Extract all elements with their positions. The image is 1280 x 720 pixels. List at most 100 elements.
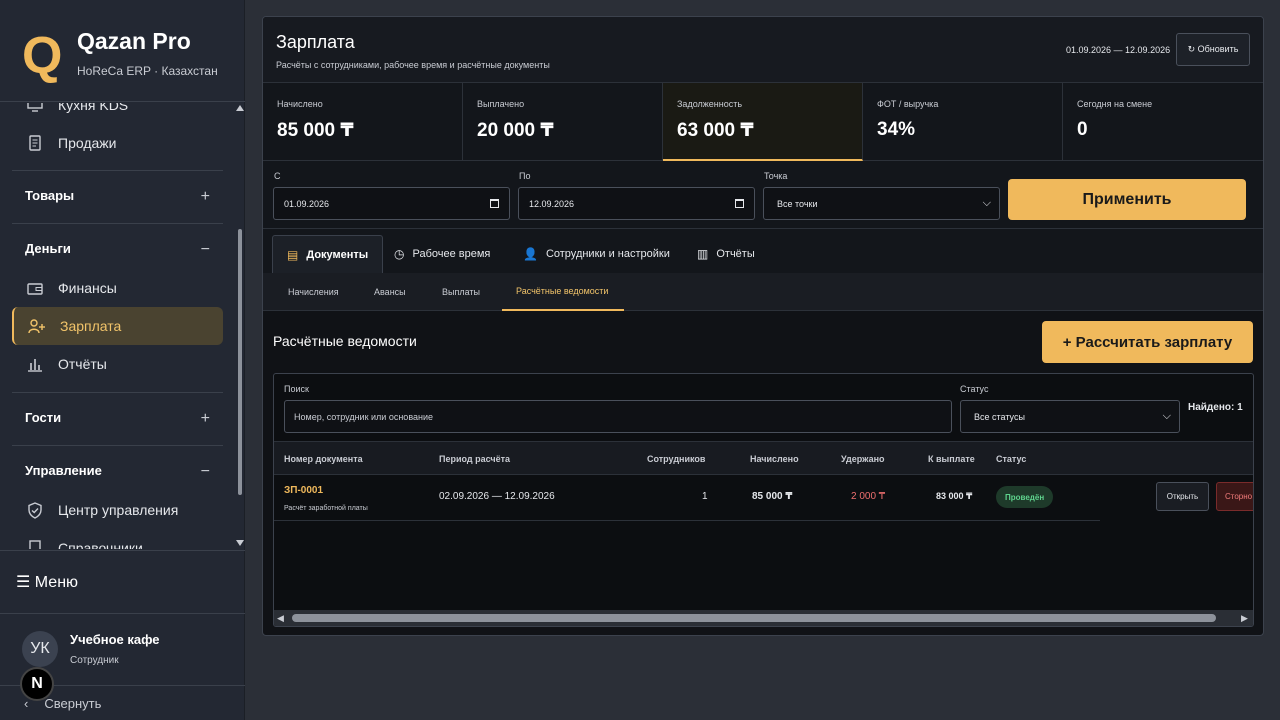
- doc-number[interactable]: ЗП-0001: [284, 485, 323, 496]
- calendar-icon[interactable]: [490, 199, 499, 208]
- doc-description: Расчёт заработной платы: [284, 505, 368, 512]
- kpi-debt: Задолженность 63 000 ₸: [663, 83, 863, 161]
- col-doc-number[interactable]: Номер документа: [284, 454, 363, 464]
- sidebar-item-kitchen-kds[interactable]: Кухня KDS: [12, 103, 223, 124]
- col-payout[interactable]: К выплате: [928, 454, 975, 464]
- collapse-label: Свернуть: [44, 695, 102, 711]
- search-label: Поиск: [284, 384, 309, 394]
- col-period[interactable]: Период расчёта: [439, 454, 510, 464]
- scroll-down-icon[interactable]: [236, 540, 244, 546]
- subtab-advances[interactable]: Авансы: [360, 273, 420, 311]
- table-row[interactable]: ЗП-0001 Расчёт заработной платы 02.09.20…: [274, 475, 1100, 521]
- point-value: Все точки: [777, 198, 818, 209]
- sidebar-group-money[interactable]: Деньги −: [25, 241, 210, 259]
- receipt-icon: [26, 134, 44, 152]
- divider: [12, 170, 223, 171]
- sidebar-item-finance[interactable]: Финансы: [12, 269, 223, 307]
- refresh-button[interactable]: ↻ Обновить: [1176, 33, 1250, 66]
- date-from-input[interactable]: 01.09.2026: [273, 187, 510, 220]
- point-label: Точка: [764, 171, 788, 181]
- shield-check-icon: [26, 501, 44, 519]
- tab-label: Сотрудники и настройки: [545, 248, 670, 260]
- main-panel: Зарплата Расчёты с сотрудниками, рабочее…: [262, 16, 1264, 636]
- collapse-icon: −: [200, 463, 210, 480]
- status-badge: Проведён: [996, 486, 1054, 508]
- period: 02.09.2026 — 12.09.2026: [439, 491, 555, 502]
- kpi-label: Сегодня на смене: [1077, 99, 1153, 109]
- dev-badge[interactable]: N: [20, 667, 54, 701]
- kpi-value: 20 000 ₸: [477, 120, 554, 141]
- col-employees[interactable]: Сотрудников: [647, 454, 705, 464]
- user-name: Учебное кафе: [70, 632, 160, 647]
- wallet-icon: [26, 279, 44, 297]
- open-button[interactable]: Открыть: [1156, 482, 1209, 511]
- date-to-input[interactable]: 12.09.2026: [518, 187, 755, 220]
- col-withheld[interactable]: Удержано: [841, 454, 885, 464]
- divider: [12, 223, 223, 224]
- calculate-salary-button[interactable]: + Рассчитать зарплату: [1042, 321, 1253, 363]
- sidebar-item-control-center[interactable]: Центр управления: [12, 491, 223, 529]
- tab-employees-settings[interactable]: 👤 Сотрудники и настройки: [509, 235, 684, 273]
- kpi-label: Начислено: [277, 99, 323, 109]
- apply-button[interactable]: Применить: [1008, 179, 1246, 220]
- kpi-value: 85 000 ₸: [277, 120, 354, 141]
- sidebar-item-label: Отчёты: [58, 356, 107, 372]
- accrued-amount: 85 000 ₸: [752, 491, 793, 502]
- subtab-accruals[interactable]: Начисления: [274, 273, 353, 311]
- chevron-down-icon: ⌵: [1162, 410, 1171, 422]
- sidebar-item-salary[interactable]: Зарплата: [12, 307, 223, 345]
- sidebar-scrollbar[interactable]: [236, 103, 244, 549]
- divider: [12, 392, 223, 393]
- tab-reports[interactable]: ▥ Отчёты: [683, 235, 769, 273]
- group-label: Деньги: [25, 241, 71, 256]
- calendar-icon[interactable]: [735, 199, 744, 208]
- tab-label: Документы: [306, 248, 369, 261]
- scroll-up-icon[interactable]: [236, 105, 244, 111]
- col-accrued[interactable]: Начислено: [750, 454, 799, 464]
- scroll-right-icon[interactable]: ▶: [1241, 613, 1248, 624]
- storno-button[interactable]: Сторно: [1216, 482, 1253, 511]
- kpi-label: ФОТ / выручка: [877, 99, 939, 109]
- search-input[interactable]: Номер, сотрудник или основание: [284, 400, 952, 433]
- kpi-on-shift: Сегодня на смене 0: [1063, 83, 1263, 161]
- subtab-payments[interactable]: Выплаты: [428, 273, 494, 311]
- collapse-icon: −: [200, 241, 210, 258]
- sidebar-item-label: Зарплата: [60, 318, 122, 334]
- withheld-amount: 2 000 ₸: [851, 491, 886, 502]
- date-range: 01.09.2026 — 12.09.2026: [1066, 45, 1171, 55]
- kpi-row: Начислено 85 000 ₸ Выплачено 20 000 ₸ За…: [263, 83, 1263, 161]
- sidebar-item-references[interactable]: Справочники: [12, 529, 223, 549]
- horizontal-scrollbar[interactable]: ◀ ▶: [274, 610, 1253, 626]
- kpi-value: 34%: [877, 119, 916, 140]
- tab-work-time[interactable]: ◷ Рабочее время: [380, 235, 504, 273]
- table-header: Номер документа Период расчёта Сотрудник…: [274, 441, 1253, 475]
- menu-button[interactable]: ☰ Меню: [0, 550, 245, 614]
- sidebar-group-goods[interactable]: Товары +: [25, 188, 210, 206]
- logo: Q: [22, 27, 63, 85]
- sidebar-group-guests[interactable]: Гости +: [25, 410, 210, 428]
- clock-icon: ◷: [394, 247, 405, 261]
- status-value: Все статусы: [974, 411, 1025, 422]
- monitor-icon: [26, 103, 44, 114]
- from-label: С: [274, 171, 281, 181]
- sidebar-item-sales[interactable]: Продажи: [12, 124, 223, 162]
- tab-documents[interactable]: ▤ Документы: [272, 235, 384, 273]
- avatar[interactable]: УК: [22, 631, 58, 667]
- kpi-paid: Выплачено 20 000 ₸: [463, 83, 663, 161]
- scroll-thumb[interactable]: [292, 614, 1216, 622]
- sidebar-group-management[interactable]: Управление −: [25, 463, 210, 481]
- status-select[interactable]: Все статусы ⌵: [960, 400, 1180, 433]
- to-label: По: [519, 171, 531, 181]
- payroll-sheets-panel: Поиск Номер, сотрудник или основание Ста…: [273, 373, 1254, 627]
- brand: Q Qazan Pro HoReCa ERP · Казахстан: [0, 0, 245, 102]
- sidebar-item-label: Центр управления: [58, 502, 179, 518]
- group-label: Товары: [25, 188, 75, 203]
- sidebar-item-reports[interactable]: Отчёты: [12, 345, 223, 383]
- scroll-thumb[interactable]: [238, 229, 242, 495]
- sidebar-nav: Кухня KDS Продажи Товары + Деньги − Фина…: [0, 103, 245, 549]
- scroll-left-icon[interactable]: ◀: [277, 613, 284, 624]
- sidebar: Q Qazan Pro HoReCa ERP · Казахстан Кухня…: [0, 0, 245, 720]
- col-status[interactable]: Статус: [996, 454, 1026, 464]
- subtab-payroll-sheets[interactable]: Расчётные ведомости: [502, 273, 624, 311]
- point-select[interactable]: Все точки ⌵: [763, 187, 1000, 220]
